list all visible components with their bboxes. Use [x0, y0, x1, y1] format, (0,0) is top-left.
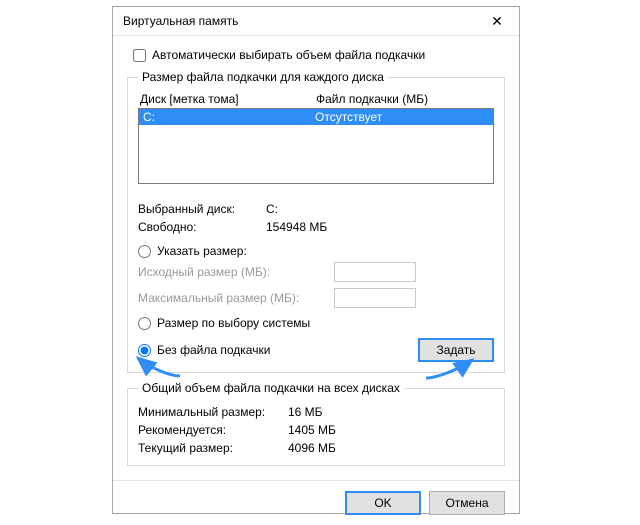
free-space-value: 154948 МБ	[266, 220, 494, 234]
max-size-label: Максимальный размер (МБ):	[138, 291, 334, 305]
totals-group: Общий объем файла подкачки на всех диска…	[127, 381, 505, 466]
close-icon[interactable]: ✕	[477, 7, 517, 35]
auto-manage-checkbox[interactable]: Автоматически выбирать объем файла подка…	[133, 48, 505, 62]
initial-size-label: Исходный размер (МБ):	[138, 265, 334, 279]
radio-custom-label: Указать размер:	[157, 244, 247, 258]
drive-row-file: Отсутствует	[315, 110, 489, 124]
per-drive-legend: Размер файла подкачки для каждого диска	[138, 70, 388, 84]
min-size-value: 16 МБ	[288, 405, 494, 419]
per-drive-group: Размер файла подкачки для каждого диска …	[127, 70, 505, 373]
dialog-buttons: OK Отмена	[113, 480, 519, 525]
auto-manage-checkbox-input[interactable]	[133, 49, 146, 62]
col-drive-label: Диск [метка тома]	[140, 92, 316, 106]
radio-custom-input[interactable]	[138, 245, 151, 258]
ok-button[interactable]: OK	[345, 491, 421, 515]
totals-legend: Общий объем файла подкачки на всех диска…	[138, 381, 404, 395]
custom-size-inputs: Исходный размер (МБ): Максимальный разме…	[138, 262, 494, 308]
selected-drive-value: C:	[266, 202, 494, 216]
drive-row-drive: C:	[143, 110, 315, 124]
window-title: Виртуальная память	[123, 14, 477, 28]
radio-none-label: Без файла подкачки	[157, 343, 270, 357]
max-size-input[interactable]	[334, 288, 416, 308]
free-space-label: Свободно:	[138, 220, 266, 234]
drive-row[interactable]: C: Отсутствует	[139, 109, 493, 125]
radio-custom-size[interactable]: Указать размер:	[138, 244, 494, 258]
radio-system-input[interactable]	[138, 317, 151, 330]
cur-size-label: Текущий размер:	[138, 441, 288, 455]
titlebar: Виртуальная память ✕	[113, 7, 519, 36]
initial-size-input[interactable]	[334, 262, 416, 282]
set-button[interactable]: Задать	[418, 338, 494, 362]
drive-listbox[interactable]: C: Отсутствует	[138, 108, 494, 184]
cancel-button[interactable]: Отмена	[429, 491, 505, 515]
auto-manage-label: Автоматически выбирать объем файла подка…	[152, 48, 425, 62]
col-file-label: Файл подкачки (МБ)	[316, 92, 492, 106]
rec-size-value: 1405 МБ	[288, 423, 494, 437]
selected-drive-info: Выбранный диск: C: Свободно: 154948 МБ	[138, 202, 494, 234]
dialog-content: Автоматически выбирать объем файла подка…	[113, 36, 519, 480]
min-size-label: Минимальный размер:	[138, 405, 288, 419]
selected-drive-label: Выбранный диск:	[138, 202, 266, 216]
radio-system-managed[interactable]: Размер по выбору системы	[138, 316, 494, 330]
radio-system-label: Размер по выбору системы	[157, 316, 310, 330]
virtual-memory-dialog: Виртуальная память ✕ Автоматически выбир…	[112, 6, 520, 514]
drive-list-headers: Диск [метка тома] Файл подкачки (МБ)	[138, 92, 494, 106]
cur-size-value: 4096 МБ	[288, 441, 494, 455]
radio-no-paging-file[interactable]: Без файла подкачки	[138, 343, 270, 357]
rec-size-label: Рекомендуется:	[138, 423, 288, 437]
radio-none-input[interactable]	[138, 344, 151, 357]
